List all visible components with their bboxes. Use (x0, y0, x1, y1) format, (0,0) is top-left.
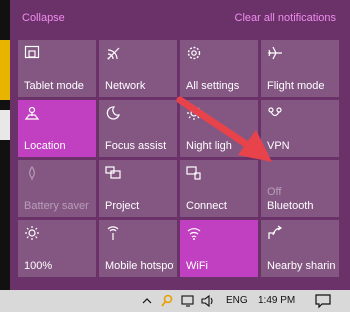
tile-label: Project (105, 200, 140, 212)
tile-label: VPN (267, 140, 290, 152)
battery-saver-icon (24, 165, 40, 181)
tile-label: Nearby sharing (267, 260, 336, 272)
tile-label: Battery saver (24, 200, 89, 212)
tile-vpn[interactable]: VPN (261, 100, 339, 157)
action-center-header: Collapse Clear all notifications (10, 0, 350, 36)
desktop-edge (0, 0, 10, 290)
speaker-icon[interactable] (200, 293, 216, 309)
moon-icon (105, 105, 121, 121)
search-key-icon[interactable] (160, 293, 174, 309)
connect-icon (186, 165, 202, 181)
taskbar: ENG 1:49 PM (0, 290, 350, 312)
clock[interactable]: 1:49 PM (258, 293, 295, 309)
tile-bluetooth[interactable]: Off Bluetooth (261, 160, 339, 217)
tile-label: Night ligh (186, 140, 232, 152)
clear-all-notifications-link[interactable]: Clear all notifications (235, 12, 337, 24)
tile-tablet-mode[interactable]: Tablet mode (18, 40, 96, 97)
brightness-icon (24, 225, 40, 241)
tile-wifi[interactable]: WiFi (180, 220, 258, 277)
tile-connect[interactable]: Connect (180, 160, 258, 217)
brightness-icon (186, 105, 202, 121)
tile-focus-assist[interactable]: Focus assist (99, 100, 177, 157)
chevron-up-icon[interactable] (141, 293, 153, 309)
collapse-link[interactable]: Collapse (22, 12, 65, 24)
notification-icon[interactable] (314, 293, 332, 309)
tile-brightness[interactable]: 100% (18, 220, 96, 277)
screen: Collapse Clear all notifications Tablet … (0, 0, 350, 312)
tile-label: Mobile hotspot (105, 260, 174, 272)
tile-label: All settings (186, 80, 240, 92)
tile-label: Connect (186, 200, 227, 212)
desktop-wallpaper-fragment (0, 110, 10, 140)
project-icon (105, 165, 121, 181)
tablet-mode-icon (24, 45, 40, 61)
tile-nearby-sharing[interactable]: Nearby sharing (261, 220, 339, 277)
tile-label: Bluetooth (267, 200, 314, 212)
network-icon (105, 45, 121, 61)
tile-project[interactable]: Project (99, 160, 177, 217)
bluetooth-status: Off (267, 186, 282, 198)
tile-location[interactable]: Location (18, 100, 96, 157)
tile-night-light[interactable]: Night ligh (180, 100, 258, 157)
quick-actions-grid: Tablet mode Network All settings Flight … (18, 40, 339, 277)
share-icon (267, 225, 283, 241)
tile-label: Location (24, 140, 66, 152)
tile-network[interactable]: Network (99, 40, 177, 97)
hotspot-icon (105, 225, 121, 241)
action-center-panel: Collapse Clear all notifications Tablet … (10, 0, 350, 290)
vpn-icon (267, 105, 283, 121)
wifi-icon (186, 225, 202, 241)
tile-label: Focus assist (105, 140, 167, 152)
desktop-wallpaper-fragment (0, 40, 10, 100)
tile-label: Network (105, 80, 146, 92)
network-icon[interactable] (180, 293, 196, 309)
tile-battery-saver[interactable]: Battery saver (18, 160, 96, 217)
tile-all-settings[interactable]: All settings (180, 40, 258, 97)
tile-flight-mode[interactable]: Flight mode (261, 40, 339, 97)
tile-label: Flight mode (267, 80, 325, 92)
tile-label: 100% (24, 260, 53, 272)
gear-icon (186, 45, 202, 61)
language-indicator[interactable]: ENG (226, 293, 248, 309)
tile-label: Tablet mode (24, 80, 84, 92)
location-icon (24, 105, 40, 121)
airplane-icon (267, 45, 283, 61)
tile-label: WiFi (186, 260, 208, 272)
tile-mobile-hotspot[interactable]: Mobile hotspot (99, 220, 177, 277)
